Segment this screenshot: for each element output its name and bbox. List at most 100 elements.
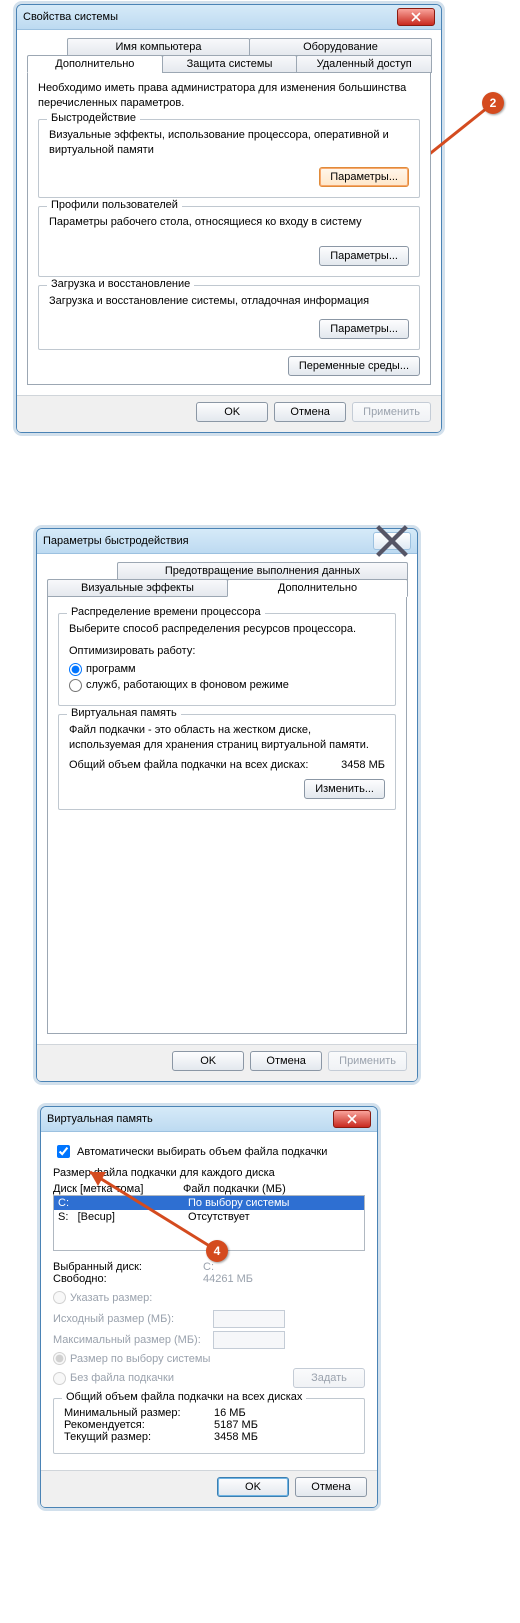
radio-custom-size-input [53, 1291, 66, 1304]
tab-hardware[interactable]: Оборудование [249, 38, 432, 56]
user-profiles-settings-button[interactable]: Параметры... [319, 246, 409, 266]
group-performance: Быстродействие Визуальные эффекты, испол… [38, 119, 420, 199]
max-size-label: Максимальный размер (МБ): [53, 1334, 213, 1346]
ok-button[interactable]: OK [172, 1051, 244, 1071]
radio-no-pagefile-input [53, 1372, 66, 1385]
drive-pagefile: Отсутствует [188, 1211, 250, 1223]
startup-recovery-settings-button[interactable]: Параметры... [319, 319, 409, 339]
radio-services[interactable]: служб, работающих в фоновом режиме [69, 679, 289, 692]
radio-programs[interactable]: программ [69, 663, 136, 676]
dialog-body: Имя компьютера Оборудование Дополнительн… [17, 30, 441, 395]
ok-button[interactable]: OK [217, 1477, 289, 1497]
group-scheduling-title: Распределение времени процессора [67, 606, 265, 618]
header-pagefile: Файл подкачки (МБ) [183, 1183, 286, 1195]
virtual-memory-window: Виртуальная память Автоматически выбират… [40, 1106, 378, 1508]
radio-system-managed: Размер по выбору системы [53, 1352, 210, 1365]
performance-settings-button[interactable]: Параметры... [319, 167, 409, 187]
tab-advanced[interactable]: Дополнительно [227, 579, 408, 597]
initial-size-input [213, 1310, 285, 1328]
selected-drive-value: C: [203, 1261, 214, 1273]
group-user-profiles: Профили пользователей Параметры рабочего… [38, 206, 420, 277]
list-item[interactable]: C: По выбору системы [54, 1196, 364, 1210]
group-performance-title: Быстродействие [47, 112, 140, 124]
group-scheduling: Распределение времени процессора Выберит… [58, 613, 396, 706]
drive-list[interactable]: C: По выбору системы S: [Becup] Отсутств… [53, 1195, 365, 1251]
group-virtual-memory: Виртуальная память Файл подкачки - это о… [58, 714, 396, 810]
group-startup-recovery-title: Загрузка и восстановление [47, 278, 194, 290]
tab-visual-effects[interactable]: Визуальные эффекты [47, 579, 228, 597]
help-icon[interactable] [373, 532, 411, 550]
list-item[interactable]: S: [Becup] Отсутствует [54, 1210, 364, 1224]
tab-row-upper: Предотвращение выполнения данных [117, 562, 407, 580]
apply-button: Применить [328, 1051, 407, 1071]
auto-manage-checkbox-input[interactable] [57, 1145, 70, 1158]
radio-system-managed-input [53, 1352, 66, 1365]
free-space-value: 44261 МБ [203, 1273, 253, 1285]
close-icon[interactable] [333, 1110, 371, 1128]
rec-size-label: Рекомендуется: [64, 1419, 214, 1431]
cancel-button[interactable]: Отмена [295, 1477, 367, 1497]
performance-options-window: Параметры быстродействия Предотвращение … [36, 528, 418, 1082]
tab-row-lower: Визуальные эффекты Дополнительно [47, 579, 407, 597]
radio-services-input[interactable] [69, 679, 82, 692]
group-virtual-memory-text: Файл подкачки - это область на жестком д… [69, 723, 385, 753]
tab-panel-advanced: Распределение времени процессора Выберит… [47, 596, 407, 1034]
drive-letter: S: [58, 1211, 68, 1223]
change-button[interactable]: Изменить... [304, 779, 385, 799]
environment-variables-button[interactable]: Переменные среды... [288, 356, 420, 376]
titlebar[interactable]: Параметры быстродействия [37, 529, 417, 554]
min-size-label: Минимальный размер: [64, 1407, 214, 1419]
group-startup-recovery: Загрузка и восстановление Загрузка и вос… [38, 285, 420, 350]
tab-remote[interactable]: Удаленный доступ [296, 55, 432, 73]
radio-custom-size-label: Указать размер: [70, 1292, 152, 1304]
window-title: Свойства системы [23, 11, 118, 23]
system-properties-window: Свойства системы Имя компьютера Оборудов… [16, 4, 442, 433]
dialog-body: Предотвращение выполнения данных Визуаль… [37, 554, 417, 1044]
auto-manage-checkbox-label: Автоматически выбирать объем файла подка… [77, 1146, 327, 1158]
dialog-footer: OK Отмена Применить [37, 1044, 417, 1081]
total-pagefile-label: Общий объем файла подкачки на всех диска… [69, 759, 341, 771]
free-space-label: Свободно: [53, 1273, 203, 1285]
group-scheduling-text: Выберите способ распределения ресурсов п… [69, 622, 385, 637]
group-total-pagefile: Общий объем файла подкачки на всех диска… [53, 1398, 365, 1454]
radio-system-managed-label: Размер по выбору системы [70, 1353, 210, 1365]
close-icon[interactable] [397, 8, 435, 26]
cancel-button[interactable]: Отмена [274, 402, 346, 422]
rec-size-value: 5187 МБ [214, 1419, 258, 1431]
cancel-button[interactable]: Отмена [250, 1051, 322, 1071]
initial-size-label: Исходный размер (МБ): [53, 1313, 213, 1325]
ok-button[interactable]: OK [196, 402, 268, 422]
group-performance-text: Визуальные эффекты, использование процес… [49, 128, 409, 158]
apply-button: Применить [352, 402, 431, 422]
group-user-profiles-title: Профили пользователей [47, 199, 182, 211]
min-size-value: 16 МБ [214, 1407, 246, 1419]
set-button: Задать [293, 1368, 365, 1388]
dialog-footer: OK Отмена Применить [17, 395, 441, 432]
tab-panel-advanced: Необходимо иметь права администратора дл… [27, 72, 431, 385]
header-drive: Диск [метка тома] [53, 1183, 183, 1195]
radio-programs-input[interactable] [69, 663, 82, 676]
tab-computer-name[interactable]: Имя компьютера [67, 38, 250, 56]
dialog-footer: OK Отмена [41, 1470, 377, 1507]
cur-size-value: 3458 МБ [214, 1431, 258, 1443]
tab-system-protection[interactable]: Защита системы [162, 55, 298, 73]
group-virtual-memory-title: Виртуальная память [67, 707, 181, 719]
tab-row-upper: Имя компьютера Оборудование [67, 38, 431, 56]
auto-manage-checkbox[interactable]: Автоматически выбирать объем файла подка… [53, 1142, 327, 1161]
total-pagefile-value: 3458 МБ [341, 759, 385, 771]
dialog-body: Автоматически выбирать объем файла подка… [41, 1132, 377, 1470]
radio-programs-label: программ [86, 663, 136, 675]
drive-pagefile: По выбору системы [188, 1197, 289, 1209]
annotation-badge-2: 2 [482, 92, 504, 114]
tab-advanced[interactable]: Дополнительно [27, 55, 163, 73]
titlebar[interactable]: Свойства системы [17, 5, 441, 30]
radio-custom-size: Указать размер: [53, 1291, 152, 1304]
tab-dep[interactable]: Предотвращение выполнения данных [117, 562, 408, 580]
group-total-pagefile-title: Общий объем файла подкачки на всех диска… [62, 1391, 306, 1403]
radio-no-pagefile-label: Без файла подкачки [70, 1372, 174, 1384]
size-per-drive-label: Размер файла подкачки для каждого диска [53, 1167, 365, 1179]
drive-letter: C: [58, 1197, 69, 1209]
tab-row-lower: Дополнительно Защита системы Удаленный д… [27, 55, 431, 73]
drive-list-header: Диск [метка тома] Файл подкачки (МБ) [53, 1183, 365, 1195]
titlebar[interactable]: Виртуальная память [41, 1107, 377, 1132]
